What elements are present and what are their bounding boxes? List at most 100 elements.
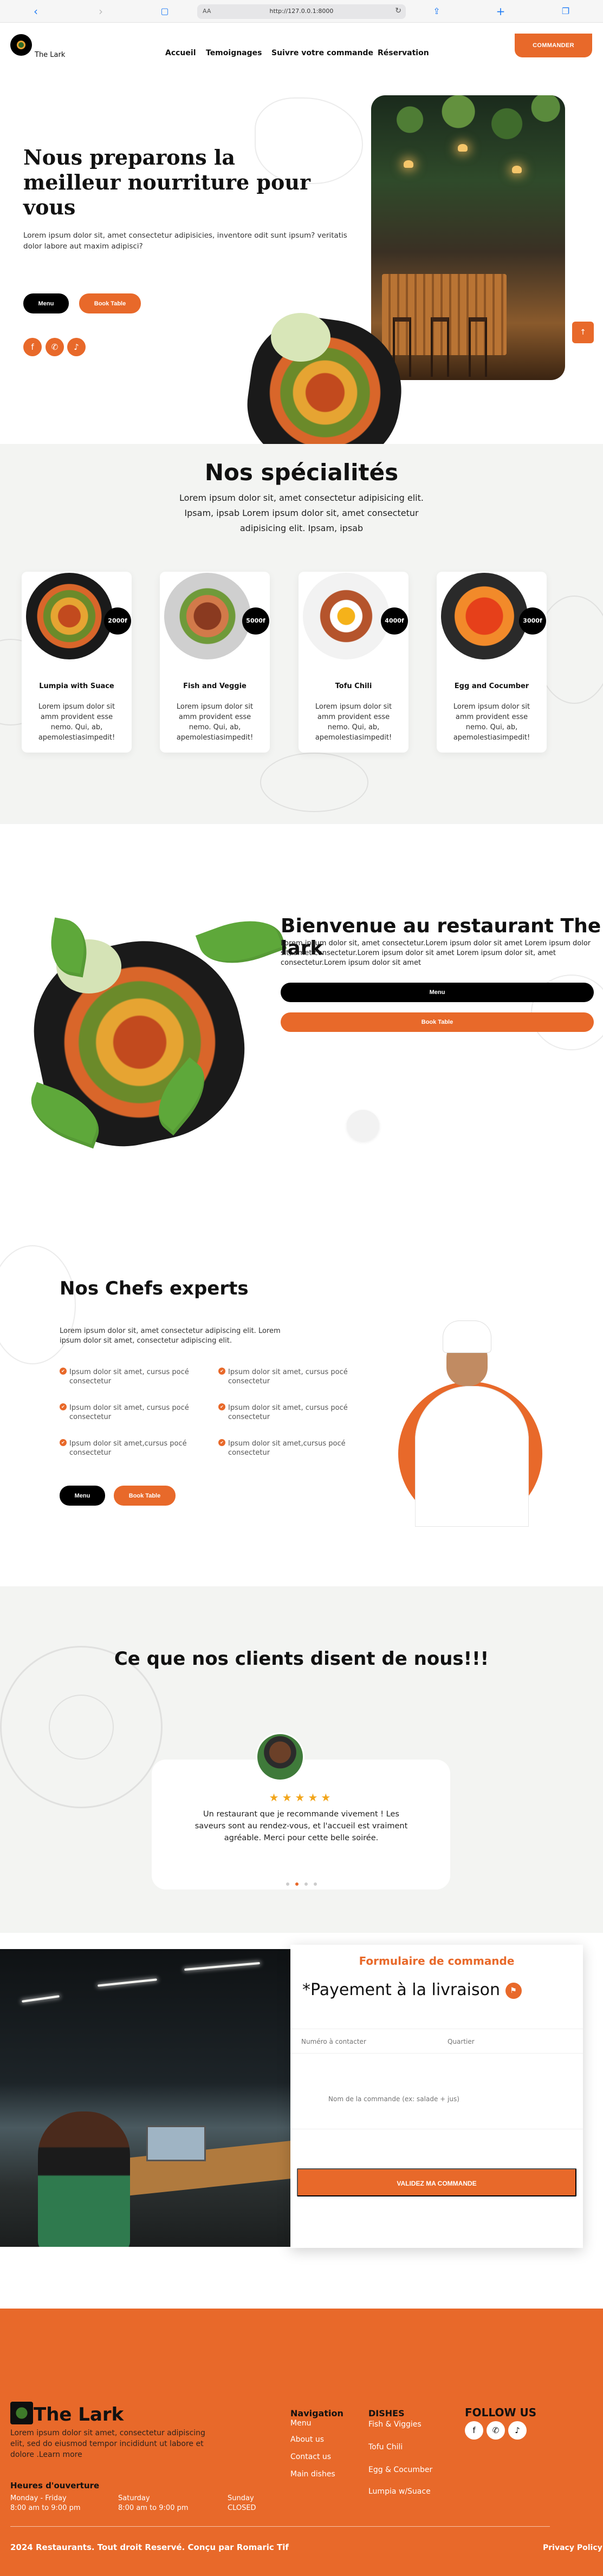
dish-image bbox=[164, 573, 251, 659]
dish-image bbox=[303, 573, 390, 659]
hero-title: Nous preparons la meilleur nourriture po… bbox=[23, 145, 310, 219]
dish-name: Lumpia with Suace bbox=[39, 682, 114, 690]
footer-facebook-icon[interactable]: f bbox=[465, 2421, 483, 2440]
hours-entry: Saturday 8:00 am to 9:00 pm bbox=[118, 2494, 189, 2513]
browser-toolbar: ‹ › ▢ AA http://127.0.0.1:8000 ↻ ⇪ + ❐ bbox=[0, 0, 603, 23]
carousel-dot[interactable] bbox=[286, 1882, 289, 1886]
hero-book-table-button[interactable]: Book Table bbox=[79, 293, 141, 313]
payment-note: *Payement à la livraison ⚑ bbox=[302, 1980, 522, 1999]
reload-icon[interactable]: ↻ bbox=[395, 6, 401, 15]
footer-link-menu[interactable]: Menu bbox=[290, 2419, 311, 2428]
dish-card[interactable]: 5000f Fish and Veggie Lorem ipsum dolor … bbox=[160, 572, 270, 753]
nav-temoignages[interactable]: Temoignages bbox=[206, 49, 262, 57]
chef-point: Ipsum dolor sit amet,cursus pocé consect… bbox=[218, 1439, 359, 1457]
logo-icon[interactable] bbox=[10, 34, 32, 56]
hours-entry: Sunday CLOSED bbox=[228, 2494, 256, 2513]
egg-sketch bbox=[49, 1695, 114, 1760]
order-form-title: Formulaire de commande bbox=[359, 1954, 515, 1967]
scroll-top-button[interactable]: ↑ bbox=[572, 322, 594, 343]
customer-photo bbox=[0, 1949, 290, 2247]
order-name-input[interactable] bbox=[323, 2090, 550, 2108]
lamp bbox=[404, 160, 413, 168]
chefs-book-table-button[interactable]: Book Table bbox=[114, 1486, 176, 1506]
hours-time: 8:00 am to 9:00 pm bbox=[10, 2504, 81, 2512]
hours-time: CLOSED bbox=[228, 2504, 256, 2512]
carousel-dot-active[interactable] bbox=[295, 1882, 299, 1886]
cabbage-leaf bbox=[271, 313, 330, 362]
specialties-subtitle: Lorem ipsum dolor sit, amet consectetur … bbox=[179, 493, 424, 533]
tiktok-icon[interactable]: ♪ bbox=[67, 338, 86, 356]
dish-description: Lorem ipsum dolor sit amm provident esse… bbox=[453, 703, 530, 742]
chef-point: Ipsum dolor sit amet, cursus pocé consec… bbox=[60, 1403, 200, 1422]
footer-logo-icon bbox=[10, 2402, 33, 2424]
footer-dish-link[interactable]: Tofu Chili bbox=[368, 2443, 403, 2451]
hours-day: Sunday bbox=[228, 2494, 254, 2502]
carousel-dot[interactable] bbox=[304, 1882, 308, 1886]
garlic-image bbox=[347, 1110, 379, 1141]
footer-link-contact[interactable]: Contact us bbox=[290, 2453, 331, 2461]
dish-card[interactable]: 2000f Lumpia with Suace Lorem ipsum dolo… bbox=[22, 572, 132, 753]
dish-description: Lorem ipsum dolor sit amm provident esse… bbox=[315, 703, 392, 742]
footer-link-main-dishes[interactable]: Main dishes bbox=[290, 2470, 335, 2479]
hours-day: Monday - Friday bbox=[10, 2494, 67, 2502]
footer-divider bbox=[10, 2526, 550, 2527]
site-header: The Lark Accueil Temoignages Suivre votr… bbox=[0, 23, 603, 77]
dish-description: Lorem ipsum dolor sit amm provident esse… bbox=[38, 703, 115, 742]
price-badge: 5000f bbox=[242, 607, 269, 635]
page: ‹ › ▢ AA http://127.0.0.1:8000 ↻ ⇪ + ❐ T… bbox=[0, 0, 603, 2576]
footer-whatsapp-icon[interactable]: ✆ bbox=[487, 2421, 505, 2440]
welcome-book-table-button[interactable]: Book Table bbox=[281, 1012, 594, 1032]
book-icon[interactable]: ▢ bbox=[158, 5, 171, 18]
payment-text: *Payement à la livraison bbox=[302, 1980, 500, 1999]
footer-link-about[interactable]: About us bbox=[290, 2435, 324, 2444]
footer-dish-link[interactable]: Lumpia w/Suace bbox=[368, 2487, 431, 2496]
dish-description: Lorem ipsum dolor sit amm provident esse… bbox=[176, 703, 254, 742]
site-footer: The Lark Lorem ipsum dolor sit amet, con… bbox=[0, 2309, 603, 2576]
tabs-icon[interactable]: ❐ bbox=[559, 5, 572, 18]
follow-title: FOLLOW US bbox=[465, 2406, 537, 2419]
address-bar[interactable]: AA http://127.0.0.1:8000 ↻ bbox=[197, 4, 406, 19]
hanging-plants bbox=[371, 95, 565, 176]
specialties-title: Nos spécialités bbox=[204, 459, 399, 486]
ceiling-light bbox=[184, 1962, 260, 1971]
district-input[interactable] bbox=[442, 2032, 578, 2051]
nav-reservation[interactable]: Réservation bbox=[378, 49, 429, 57]
share-icon[interactable]: ⇪ bbox=[430, 5, 443, 18]
url-text: http://127.0.0.1:8000 bbox=[269, 8, 334, 15]
order-button[interactable]: COMMANDER bbox=[515, 34, 592, 57]
brand-name[interactable]: The Lark bbox=[35, 51, 65, 59]
submit-order-button[interactable]: VALIDEZ MA COMMANDE bbox=[297, 2168, 576, 2196]
restaurant-photo bbox=[371, 95, 565, 380]
chef-point: Ipsum dolor sit amet,cursus pocé consect… bbox=[60, 1439, 200, 1457]
new-tab-icon[interactable]: + bbox=[494, 5, 507, 18]
hero-description: Lorem ipsum dolor sit, amet consectetur … bbox=[23, 231, 347, 251]
back-icon[interactable]: ‹ bbox=[29, 5, 42, 18]
dish-card[interactable]: 4000f Tofu Chili Lorem ipsum dolor sit a… bbox=[299, 572, 409, 753]
price-badge: 4000f bbox=[381, 607, 408, 635]
carousel-dots[interactable] bbox=[0, 1878, 603, 1888]
nav-suivre-commande[interactable]: Suivre votre commande bbox=[271, 49, 373, 57]
herb-sketch bbox=[260, 753, 368, 812]
testimonial-quote: Un restaurant que je recommande vivement… bbox=[194, 1810, 408, 1842]
privacy-link[interactable]: Privacy Policy bbox=[543, 2544, 602, 2552]
footer-tiktok-icon[interactable]: ♪ bbox=[508, 2421, 527, 2440]
whatsapp-icon[interactable]: ✆ bbox=[46, 338, 64, 356]
hero-menu-button[interactable]: Menu bbox=[23, 293, 69, 313]
testimonials-title: Ce que nos clients disent de nous!!! bbox=[114, 1648, 489, 1670]
footer-dish-link[interactable]: Egg & Cocumber bbox=[368, 2466, 432, 2474]
dish-card[interactable]: 3000f Egg and Cocumber Lorem ipsum dolor… bbox=[437, 572, 547, 753]
ceiling-light bbox=[22, 1995, 60, 2003]
nav-accueil[interactable]: Accueil bbox=[165, 49, 196, 57]
forward-icon[interactable]: › bbox=[94, 5, 107, 18]
ceiling-light bbox=[98, 1978, 157, 1987]
herb-sketch bbox=[0, 1245, 76, 1364]
welcome-menu-button[interactable]: Menu bbox=[281, 983, 594, 1002]
footer-dish-link[interactable]: Fish & Viggies bbox=[368, 2420, 422, 2429]
order-form: Formulaire de commande *Payement à la li… bbox=[290, 1945, 583, 2248]
delivery-icon: ⚑ bbox=[505, 1982, 522, 1999]
phone-input[interactable] bbox=[296, 2032, 431, 2051]
facebook-icon[interactable]: f bbox=[23, 338, 42, 356]
footer-description: Lorem ipsum dolor sit amet, consectetur … bbox=[10, 2429, 205, 2459]
chefs-menu-button[interactable]: Menu bbox=[60, 1486, 105, 1506]
carousel-dot[interactable] bbox=[314, 1882, 317, 1886]
